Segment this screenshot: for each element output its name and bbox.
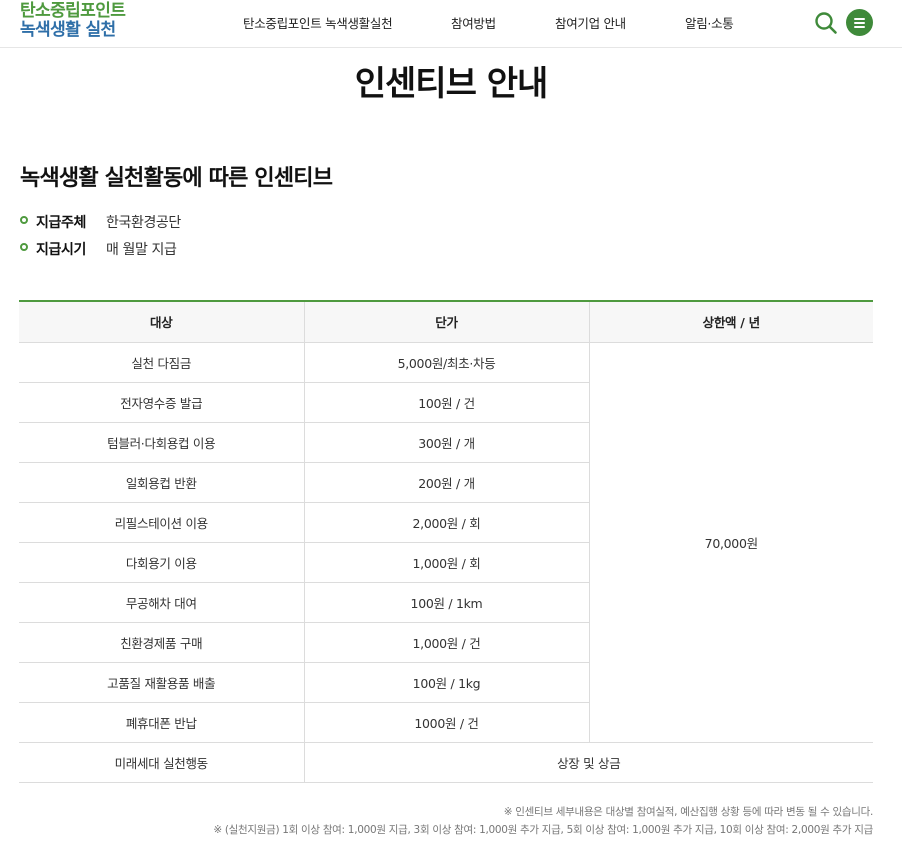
cell-target: 일회용컵 반환 bbox=[19, 462, 304, 503]
cell-price: 300원 / 개 bbox=[303, 422, 589, 463]
bullet-circle-icon bbox=[20, 216, 28, 224]
cell-target: 다회용기 이용 bbox=[19, 542, 304, 583]
site-logo[interactable]: 탄소중립포인트 녹색생활 실천 bbox=[20, 1, 126, 40]
cell-target: 고품질 재활용품 배출 bbox=[19, 662, 304, 703]
cell-price: 100원 / 건 bbox=[303, 382, 589, 423]
cell-price: 2,000원 / 회 bbox=[303, 502, 589, 543]
cell-price: 5,000원/최초·차등 bbox=[303, 342, 589, 383]
cell-price: 100원 / 1km bbox=[303, 582, 589, 623]
table-row: 미래세대 실천행동 상장 및 상금 bbox=[19, 742, 873, 783]
footnote: ※ (실천지원금) 1회 이상 참여: 1,000원 지급, 3회 이상 참여:… bbox=[213, 824, 873, 836]
cell-cap: 70,000원 bbox=[588, 342, 873, 743]
cell-price: 1,000원 / 건 bbox=[303, 622, 589, 663]
column-header-target: 대상 bbox=[19, 300, 304, 343]
search-icon[interactable] bbox=[814, 11, 838, 35]
cell-target: 무공해차 대여 bbox=[19, 582, 304, 623]
footnote: ※ 인센티브 세부내용은 대상별 참여실적, 예산집행 상황 등에 따라 변동 … bbox=[503, 806, 874, 818]
nav-item-partner-companies[interactable]: 참여기업 안내 bbox=[555, 13, 626, 32]
nav-item-how-to-join[interactable]: 참여방법 bbox=[451, 13, 496, 32]
site-header: 탄소중립포인트 녹색생활 실천 탄소중립포인트 녹색생활실천 참여방법 참여기업… bbox=[0, 0, 902, 48]
cell-target: 실천 다짐금 bbox=[19, 342, 304, 383]
info-label: 지급시기 bbox=[36, 242, 86, 258]
cell-price: 200원 / 개 bbox=[303, 462, 589, 503]
logo-line-1: 탄소중립포인트 bbox=[20, 1, 126, 21]
hamburger-menu-icon[interactable] bbox=[846, 9, 873, 36]
nav-item-notice[interactable]: 알림·소통 bbox=[685, 13, 734, 32]
cell-target: 친환경제품 구매 bbox=[19, 622, 304, 663]
column-header-price: 단가 bbox=[303, 300, 589, 343]
page-title: 인센티브 안내 bbox=[354, 64, 549, 104]
bullet-circle-icon bbox=[20, 243, 28, 251]
section-title: 녹색생활 실천활동에 따른 인센티브 bbox=[20, 166, 333, 191]
table-row: 실천 다짐금 5,000원/최초·차등 70,000원 bbox=[19, 342, 873, 743]
info-value: 한국환경공단 bbox=[106, 215, 181, 231]
cell-price: 상장 및 상금 bbox=[303, 742, 873, 783]
cell-target: 텀블러·다회용컵 이용 bbox=[19, 422, 304, 463]
table-header-row: 대상 단가 상한액 / 년 bbox=[19, 300, 873, 343]
incentive-table: 대상 단가 상한액 / 년 실천 다짐금 5,000원/최초·차등 70,000… bbox=[19, 300, 873, 783]
cell-price: 1000원 / 건 bbox=[303, 702, 589, 743]
column-header-cap: 상한액 / 년 bbox=[588, 300, 873, 343]
cell-target: 리필스테이션 이용 bbox=[19, 502, 304, 543]
cell-price: 1,000원 / 회 bbox=[303, 542, 589, 583]
info-label: 지급주체 bbox=[36, 215, 86, 231]
cell-target: 폐휴대폰 반납 bbox=[19, 702, 304, 743]
logo-line-2: 녹색생활 실천 bbox=[20, 20, 116, 40]
info-value: 매 월말 지급 bbox=[106, 242, 177, 258]
cell-target: 전자영수증 발급 bbox=[19, 382, 304, 423]
cell-target: 미래세대 실천행동 bbox=[19, 742, 304, 783]
nav-item-green-life[interactable]: 탄소중립포인트 녹색생활실천 bbox=[243, 13, 393, 32]
cell-price: 100원 / 1kg bbox=[303, 662, 589, 703]
